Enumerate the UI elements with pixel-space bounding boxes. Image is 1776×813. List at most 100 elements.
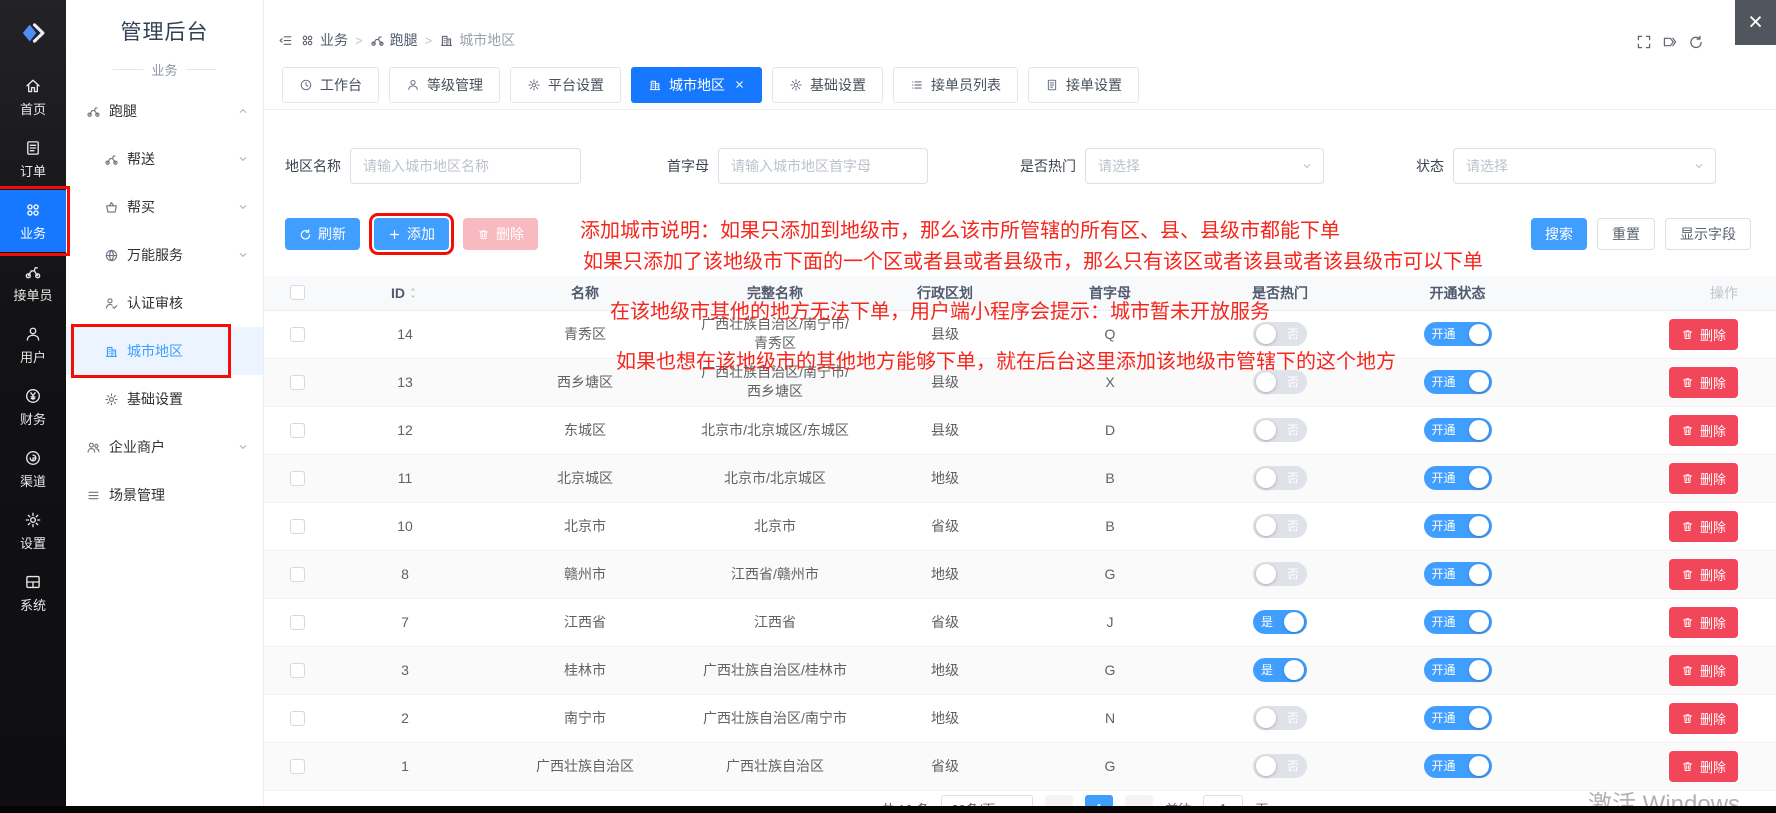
sort-icon[interactable]: [407, 286, 419, 300]
status-toggle[interactable]: 开通: [1424, 322, 1492, 346]
status-toggle[interactable]: 开通: [1424, 610, 1492, 634]
tab-order-settings[interactable]: 接单设置: [1028, 67, 1139, 103]
search-button[interactable]: 搜索: [1531, 218, 1587, 250]
row-delete-button[interactable]: 删除: [1669, 703, 1738, 734]
refresh-button[interactable]: 刷新: [285, 218, 360, 250]
hot-toggle[interactable]: 否: [1253, 418, 1307, 442]
rail-item-system[interactable]: 系统: [0, 562, 66, 624]
row-delete-button[interactable]: 删除: [1669, 511, 1738, 542]
hot-toggle[interactable]: 否: [1253, 562, 1307, 586]
status-toggle[interactable]: 开通: [1424, 658, 1492, 682]
rail-item-finance[interactable]: 财务: [0, 376, 66, 438]
status-toggle[interactable]: 开通: [1424, 370, 1492, 394]
initial-input[interactable]: [718, 148, 928, 184]
row-delete-button[interactable]: 删除: [1669, 463, 1738, 494]
tab-city-region[interactable]: 城市地区: [631, 67, 762, 103]
row-checkbox[interactable]: [290, 711, 305, 726]
close-icon[interactable]: [734, 79, 745, 90]
tab-platform-settings[interactable]: 平台设置: [510, 67, 621, 103]
rail-item-courier[interactable]: 接单员: [0, 252, 66, 314]
refresh-icon[interactable]: [1688, 34, 1704, 50]
hot-toggle[interactable]: 否: [1253, 514, 1307, 538]
sidebar-item-city-region[interactable]: 城市地区: [66, 327, 263, 375]
sidebar-item-universal-service[interactable]: 万能服务: [66, 231, 263, 279]
rail-item-settings[interactable]: 设置: [0, 500, 66, 562]
status-toggle[interactable]: 开通: [1424, 754, 1492, 778]
is-hot-select[interactable]: 请选择: [1085, 148, 1324, 184]
fullscreen-icon[interactable]: [1636, 34, 1652, 50]
row-checkbox[interactable]: [290, 423, 305, 438]
cell-operations: 删除: [1545, 406, 1776, 454]
row-checkbox[interactable]: [290, 759, 305, 774]
rail-item-user[interactable]: 用户: [0, 314, 66, 376]
delete-button-disabled[interactable]: 删除: [463, 218, 538, 250]
row-checkbox[interactable]: [290, 327, 305, 342]
row-delete-button[interactable]: 删除: [1669, 415, 1738, 446]
status-toggle[interactable]: 开通: [1424, 418, 1492, 442]
hot-toggle[interactable]: 是: [1253, 658, 1307, 682]
sidebar-item-cert-audit[interactable]: 认证审核: [66, 279, 263, 327]
rail-item-channel[interactable]: 渠道: [0, 438, 66, 500]
row-checkbox[interactable]: [290, 375, 305, 390]
sidebar-item-enterprise[interactable]: 企业商户: [66, 423, 263, 471]
status-toggle[interactable]: 开通: [1424, 706, 1492, 730]
action-row: 刷新 添加 删除 搜索 重置: [285, 218, 1755, 250]
toggle-knob: [1256, 468, 1276, 488]
status-toggle[interactable]: 开通: [1424, 562, 1492, 586]
breadcrumb-business[interactable]: 业务: [300, 30, 348, 50]
tags-icon[interactable]: [1662, 34, 1678, 50]
row-delete-button[interactable]: 删除: [1669, 655, 1738, 686]
hot-toggle[interactable]: 否: [1253, 706, 1307, 730]
rail-item-orders[interactable]: 订单: [0, 128, 66, 190]
tab-courier-list[interactable]: 接单员列表: [893, 67, 1018, 103]
breadcrumb-items: 业务>跑腿>城市地区: [300, 30, 515, 50]
cell-full-name: 广西壮族自治区/南宁市/西乡塘区: [690, 358, 860, 406]
breadcrumb-errand[interactable]: 跑腿: [370, 30, 418, 50]
overlay-close-button[interactable]: ×: [1735, 0, 1776, 45]
row-checkbox[interactable]: [290, 567, 305, 582]
collapse-menu-icon[interactable]: [278, 33, 293, 48]
topbar-icons: [1636, 34, 1704, 50]
row-delete-button[interactable]: 删除: [1669, 559, 1738, 590]
breadcrumb-city-region[interactable]: 城市地区: [439, 30, 515, 50]
hot-toggle[interactable]: 否: [1253, 754, 1307, 778]
sidebar-item-base-settings[interactable]: 基础设置: [66, 375, 263, 423]
row-checkbox[interactable]: [290, 471, 305, 486]
status-toggle[interactable]: 开通: [1424, 514, 1492, 538]
row-checkbox[interactable]: [290, 615, 305, 630]
tab-workbench[interactable]: 工作台: [282, 67, 379, 103]
cell-operations: 删除: [1545, 646, 1776, 694]
sidebar-item-help-deliver[interactable]: 帮送: [66, 135, 263, 183]
row-delete-button[interactable]: 删除: [1669, 367, 1738, 398]
cell-full-name: 江西省/赣州市: [690, 550, 860, 598]
toggle-knob: [1469, 516, 1489, 536]
region-name-input[interactable]: [350, 148, 581, 184]
sidebar-item-errand[interactable]: 跑腿: [66, 87, 263, 135]
tab-level-mgmt[interactable]: 等级管理: [389, 67, 500, 103]
select-all-checkbox[interactable]: [290, 285, 305, 300]
row-delete-button[interactable]: 删除: [1669, 751, 1738, 782]
rail-item-home[interactable]: 首页: [0, 66, 66, 128]
cell-checkbox: [264, 742, 330, 790]
rail-item-business[interactable]: 业务: [0, 190, 66, 252]
add-button[interactable]: 添加: [374, 218, 449, 250]
row-checkbox[interactable]: [290, 519, 305, 534]
sidebar-item-help-buy[interactable]: 帮买: [66, 183, 263, 231]
app-logo[interactable]: [0, 0, 66, 66]
tab-base-settings[interactable]: 基础设置: [772, 67, 883, 103]
show-fields-button[interactable]: 显示字段: [1665, 218, 1751, 250]
row-checkbox[interactable]: [290, 663, 305, 678]
status-toggle[interactable]: 开通: [1424, 466, 1492, 490]
status-select[interactable]: 请选择: [1453, 148, 1716, 184]
hot-toggle[interactable]: 是: [1253, 610, 1307, 634]
reset-button[interactable]: 重置: [1597, 218, 1655, 250]
row-delete-button[interactable]: 删除: [1669, 319, 1738, 350]
hot-toggle[interactable]: 否: [1253, 466, 1307, 490]
row-delete-button[interactable]: 删除: [1669, 607, 1738, 638]
main-area: 业务>跑腿>城市地区 工作台等级管理平台设置城市地区基础设置接单员列表接单设置 …: [264, 0, 1776, 813]
hot-toggle[interactable]: 否: [1253, 322, 1307, 346]
cell-hot: 否: [1190, 310, 1370, 358]
table-header-row: ID 名称 完整名称 行政区划 首字母 是否热门 开通状态 操作: [264, 276, 1776, 310]
sidebar-item-scene-mgmt[interactable]: 场景管理: [66, 471, 263, 519]
hot-toggle[interactable]: 否: [1253, 370, 1307, 394]
